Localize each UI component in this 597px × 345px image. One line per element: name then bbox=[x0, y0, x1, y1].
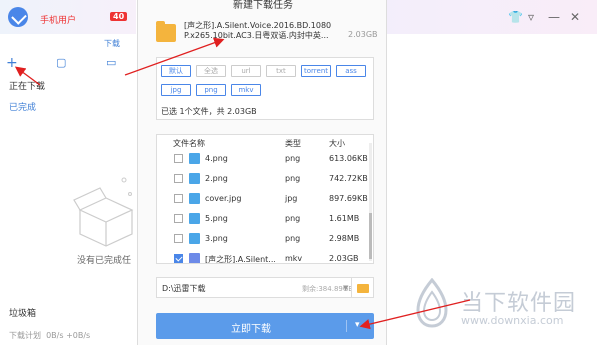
browse-folder-button[interactable] bbox=[351, 277, 374, 298]
row-file-size: 2.03GB bbox=[329, 254, 359, 263]
right-topbar: 👕 ▿ — ✕ bbox=[380, 0, 597, 34]
nav-completed[interactable]: 已完成 bbox=[9, 100, 36, 113]
trash-label[interactable]: 垃圾箱 bbox=[9, 306, 36, 319]
minimize-icon[interactable]: — bbox=[548, 10, 560, 24]
empty-message: 没有已完成任 bbox=[77, 256, 132, 266]
folder-file-icon bbox=[156, 21, 176, 42]
button-divider bbox=[346, 320, 347, 332]
file-name: [声之形].A.Silent.Voice.2016.BD.1080P.x265.… bbox=[184, 21, 332, 40]
download-now-button[interactable]: 立即下载 ▾ bbox=[156, 313, 374, 339]
filter-chip-ass[interactable]: ass bbox=[336, 65, 366, 77]
image-icon bbox=[189, 153, 200, 164]
row-checkbox[interactable] bbox=[174, 194, 183, 203]
column-name: 文件名称 bbox=[173, 139, 205, 148]
filter-chip-jpg[interactable]: jpg bbox=[161, 84, 191, 96]
file-list-scrollbar[interactable] bbox=[369, 143, 372, 261]
scrollbar-thumb[interactable] bbox=[369, 213, 372, 259]
file-size: 2.03GB bbox=[348, 30, 378, 39]
row-file-size: 2.98MB bbox=[329, 234, 360, 243]
image-icon bbox=[189, 173, 200, 184]
left-topbar: 手机用户 40 bbox=[0, 0, 136, 34]
row-file-name: 2.png bbox=[205, 174, 228, 183]
row-file-name: 4.png bbox=[205, 154, 228, 163]
filter-chip-url[interactable]: url bbox=[231, 65, 261, 77]
row-file-type: jpg bbox=[285, 194, 298, 203]
watermark-url: www.downxia.com bbox=[461, 314, 564, 327]
close-icon[interactable]: ✕ bbox=[570, 10, 580, 24]
toolbar-icons: + ▢ ▭ bbox=[0, 56, 136, 72]
row-file-name: 3.png bbox=[205, 234, 228, 243]
table-row[interactable]: 5.png png 1.61MB bbox=[157, 209, 367, 229]
row-file-type: mkv bbox=[285, 254, 303, 263]
selection-info: 已选 1个文件，共 2.03GB bbox=[161, 107, 257, 116]
row-file-type: png bbox=[285, 234, 301, 243]
column-size: 大小 bbox=[329, 139, 345, 148]
plus-icon[interactable]: + bbox=[6, 56, 18, 70]
left-panel: 手机用户 40 下载 + ▢ ▭ 正在下载 已完成 没有已完成任 垃圾箱 下载计… bbox=[0, 0, 136, 345]
filter-chip-png[interactable]: png bbox=[196, 84, 226, 96]
save-path-text: D:\迅雷下载 bbox=[162, 284, 206, 293]
watermark-title: 当下软件园 bbox=[461, 291, 577, 316]
phone-user-label[interactable]: 手机用户 bbox=[40, 13, 76, 26]
chevron-down-icon[interactable]: ▼ bbox=[343, 284, 348, 292]
table-row[interactable]: 4.png png 613.06KB bbox=[157, 149, 368, 169]
table-row[interactable]: 2.png png 742.72KB bbox=[157, 169, 368, 189]
dialog-title: 新建下载任务 bbox=[233, 0, 293, 11]
row-checkbox[interactable] bbox=[174, 234, 183, 243]
row-file-name: [声之形].A.Silent... bbox=[205, 255, 275, 264]
row-checkbox[interactable] bbox=[174, 254, 183, 263]
download-tab-label[interactable]: 下载 bbox=[104, 38, 120, 49]
filter-chip-select-all[interactable]: 全选 bbox=[196, 65, 226, 77]
empty-box-icon bbox=[73, 177, 134, 247]
file-icon[interactable]: ▢ bbox=[56, 56, 66, 70]
speed-label: 0B/s +0B/s bbox=[46, 331, 91, 340]
row-file-name: 5.png bbox=[205, 214, 228, 223]
row-file-size: 1.61MB bbox=[329, 214, 360, 223]
table-row[interactable]: cover.jpg jpg 897.69KB bbox=[157, 189, 368, 209]
filter-chip-mkv[interactable]: mkv bbox=[231, 84, 261, 96]
plan-and-speed: 下载计划 0B/s +0B/s bbox=[9, 330, 90, 341]
app-logo-icon[interactable] bbox=[8, 7, 28, 27]
row-file-size: 897.69KB bbox=[329, 194, 368, 203]
row-checkbox[interactable] bbox=[174, 214, 183, 223]
filter-chip-default[interactable]: 默认 bbox=[161, 65, 191, 77]
image-icon bbox=[189, 213, 200, 224]
row-checkbox[interactable] bbox=[174, 154, 183, 163]
row-file-size: 613.06KB bbox=[329, 154, 368, 163]
dropdown-arrow-icon[interactable]: ▾ bbox=[355, 320, 360, 330]
row-file-size: 742.72KB bbox=[329, 174, 368, 183]
filter-chip-txt[interactable]: txt bbox=[266, 65, 296, 77]
save-path-field[interactable]: D:\迅雷下载 剩余:384.89GB ▼ bbox=[156, 277, 353, 298]
plan-label[interactable]: 下载计划 bbox=[9, 331, 41, 340]
image-icon bbox=[189, 193, 200, 204]
shirt-icon[interactable]: 👕 bbox=[508, 10, 523, 24]
new-download-dialog: 新建下载任务 [声之形].A.Silent.Voice.2016.BD.1080… bbox=[137, 0, 387, 345]
watermark-logo-icon bbox=[416, 278, 448, 328]
table-row[interactable]: [声之形].A.Silent... mkv 2.03GB bbox=[157, 249, 367, 264]
table-row[interactable]: 3.png png 2.98MB bbox=[157, 229, 367, 249]
member-badge: 40 bbox=[110, 12, 128, 21]
row-file-name: cover.jpg bbox=[205, 194, 242, 203]
row-file-type: png bbox=[285, 174, 301, 183]
column-type: 类型 bbox=[285, 139, 301, 148]
file-list: 文件名称 类型 大小 4.png png 613.06KB 2.png png 742.7… bbox=[156, 134, 374, 264]
filter-box: 默认 全选 url txt torrent ass jpg png mkv 已选… bbox=[156, 57, 374, 120]
row-file-type: png bbox=[285, 154, 301, 163]
row-checkbox[interactable] bbox=[174, 174, 183, 183]
folder-icon bbox=[357, 284, 369, 293]
menu-icon[interactable]: ▿ bbox=[528, 10, 534, 24]
row-file-type: png bbox=[285, 214, 301, 223]
folder-icon[interactable]: ▭ bbox=[106, 56, 116, 70]
image-icon bbox=[189, 233, 200, 244]
download-now-label: 立即下载 bbox=[231, 324, 271, 335]
nav-downloading[interactable]: 正在下载 bbox=[9, 79, 45, 92]
filter-chip-torrent[interactable]: torrent bbox=[301, 65, 331, 77]
video-icon bbox=[189, 253, 200, 263]
